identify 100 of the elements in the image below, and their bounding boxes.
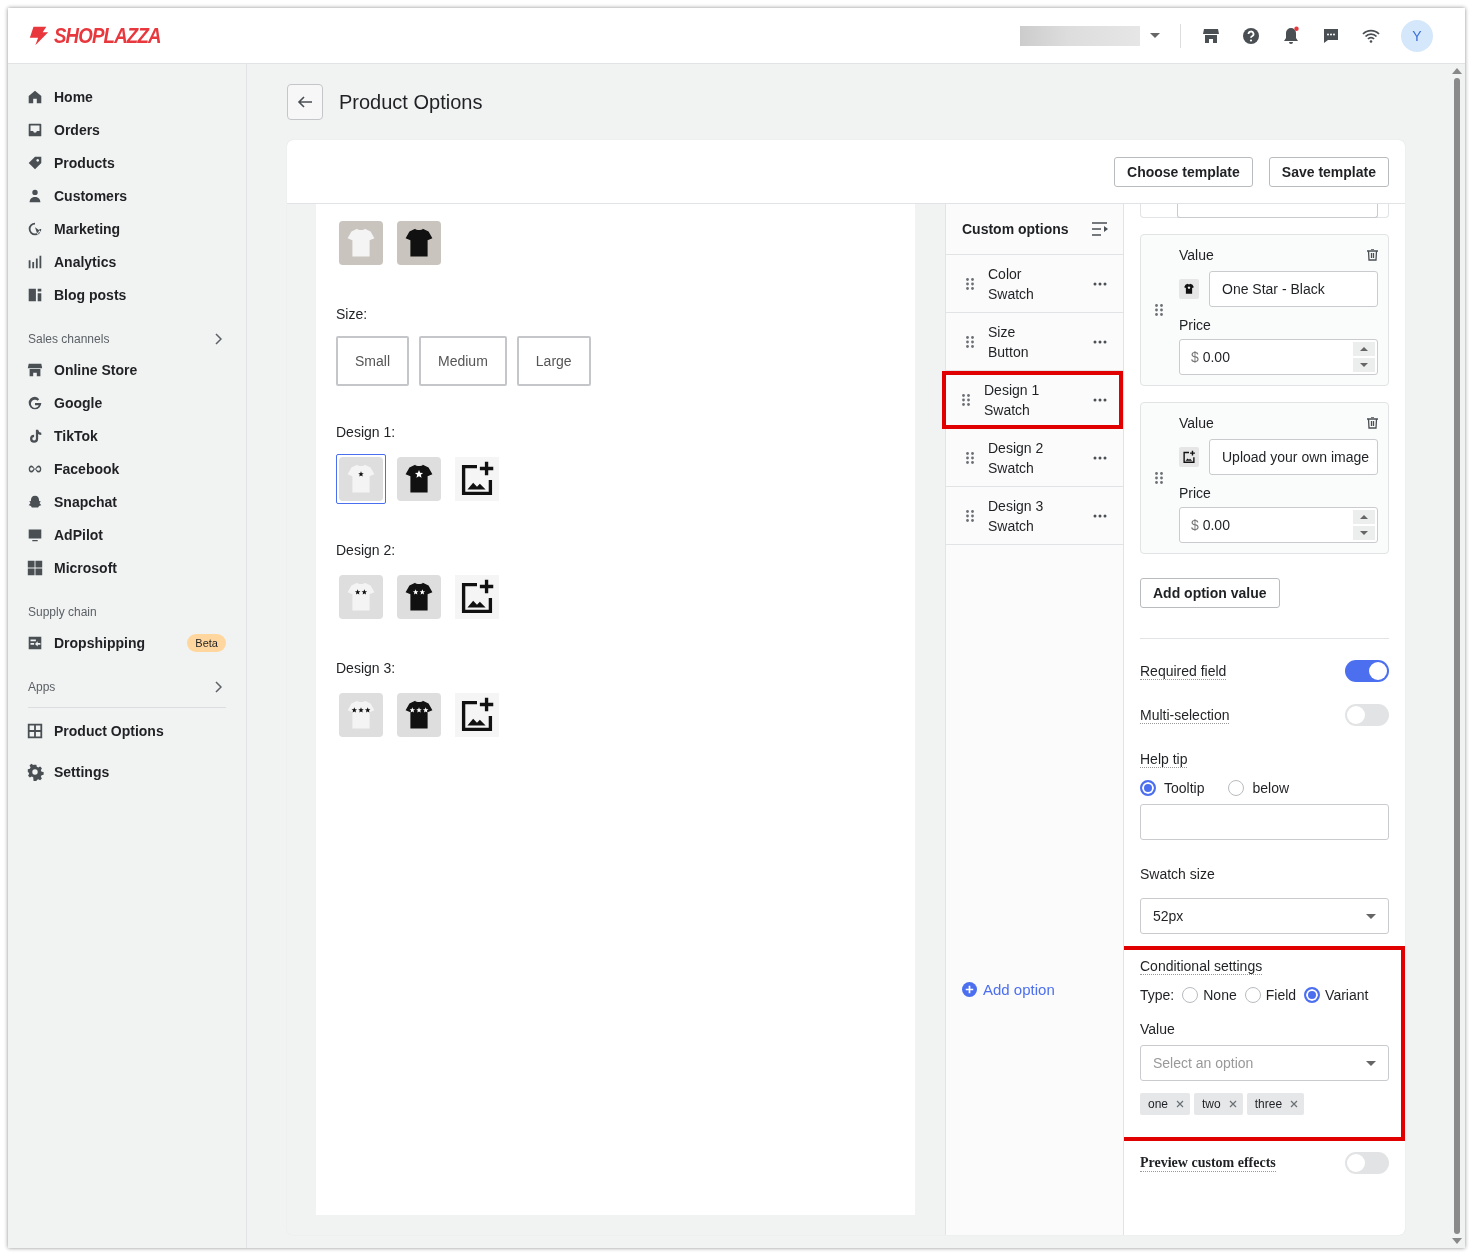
sidebar-item[interactable]: Settings (24, 755, 226, 788)
swatch-size-label: Swatch size (1140, 866, 1216, 882)
more-icon[interactable] (1093, 455, 1107, 460)
more-icon[interactable] (1093, 398, 1107, 402)
size-option-button[interactable]: Large (516, 336, 591, 386)
sidebar-item[interactable]: Blog posts (24, 278, 226, 311)
sidebar-item[interactable]: Analytics (24, 245, 226, 278)
sidebar-item[interactable]: Snapchat (24, 485, 226, 518)
sidebar-item[interactable]: AdPilot (24, 518, 226, 551)
trash-icon[interactable] (1367, 417, 1378, 429)
image-upload-swatch[interactable] (452, 454, 502, 504)
shirt-swatch[interactable] (336, 572, 386, 622)
value-input[interactable]: Upload your own image (1209, 439, 1378, 475)
type-label: Type: (1140, 987, 1175, 1003)
price-field[interactable]: $ 0.00 (1179, 507, 1378, 543)
more-icon[interactable] (1093, 513, 1107, 518)
more-icon[interactable] (1093, 281, 1107, 286)
value-label: Value (1179, 415, 1214, 431)
value-input[interactable]: One Star - Black (1209, 271, 1378, 307)
drag-handle-icon[interactable] (966, 509, 974, 522)
image-add-icon (455, 693, 499, 737)
back-button[interactable] (287, 84, 323, 120)
help-icon[interactable] (1241, 25, 1261, 46)
drag-handle-icon[interactable] (966, 277, 974, 290)
caret-icon (1366, 1060, 1376, 1066)
radio-option[interactable]: Tooltip (1140, 780, 1205, 796)
price-field[interactable] (1177, 204, 1378, 218)
radio-option[interactable]: None (1182, 987, 1237, 1003)
sidebar-item[interactable]: Facebook (24, 452, 226, 485)
collapse-list-icon[interactable] (1091, 222, 1109, 236)
swatch-size-select[interactable]: 52px (1140, 898, 1389, 934)
value-tag[interactable]: one (1140, 1093, 1191, 1115)
user-avatar[interactable]: Y (1401, 19, 1433, 52)
sidebar-item[interactable]: Dropshipping Beta (24, 626, 226, 659)
sidebar-item[interactable]: Products (24, 146, 226, 179)
shirt-picture (339, 221, 383, 265)
sidebar-item[interactable]: Online Store (24, 353, 226, 386)
toggle-switch[interactable] (1345, 660, 1389, 682)
shirt-swatch[interactable] (394, 454, 444, 504)
shirt-swatch[interactable] (336, 454, 386, 504)
sidebar-item[interactable]: Customers (24, 179, 226, 212)
value-tag[interactable]: two (1194, 1093, 1243, 1115)
section-heading: Sales channels (28, 332, 110, 346)
help-tip-label: Help tip (1140, 751, 1188, 768)
template-button[interactable]: Choose template (1114, 156, 1253, 187)
drag-handle-icon[interactable] (1155, 304, 1163, 316)
chevron-right-icon[interactable] (214, 681, 222, 693)
close-icon[interactable] (1290, 1100, 1299, 1108)
bell-icon[interactable] (1281, 25, 1301, 46)
sidebar-item[interactable]: Home (24, 80, 226, 113)
trash-icon[interactable] (1367, 249, 1378, 261)
option-list-item[interactable]: Design 1 Swatch (942, 371, 1123, 429)
radio-option[interactable]: below (1228, 780, 1290, 796)
shirt-swatch[interactable] (336, 218, 386, 268)
stepper-control[interactable] (1353, 510, 1375, 540)
shirt-picture (397, 693, 441, 737)
drag-handle-icon[interactable] (962, 394, 970, 406)
shirt-swatch[interactable] (394, 572, 444, 622)
shirt-swatch[interactable] (394, 218, 444, 268)
page-title: Product Options (339, 90, 483, 114)
image-add-icon (1179, 447, 1199, 467)
radio-option[interactable]: Field (1244, 987, 1297, 1003)
value-label: Value (1140, 1021, 1176, 1037)
sidebar-item[interactable]: Marketing (24, 212, 226, 245)
sidebar-item[interactable]: Microsoft (24, 551, 226, 584)
more-icon[interactable] (1093, 339, 1107, 344)
custom-options-title: Custom options (962, 221, 1069, 237)
size-option-button[interactable]: Small (336, 336, 409, 386)
sidebar-item[interactable]: Google (24, 386, 226, 419)
template-button[interactable]: Save template (1268, 156, 1389, 187)
size-option-button[interactable]: Medium (419, 336, 507, 386)
image-upload-swatch[interactable] (452, 572, 502, 622)
sidebar-item[interactable]: Product Options (24, 714, 226, 747)
toggle-switch[interactable] (1345, 1152, 1389, 1174)
sidebar-item[interactable]: Orders (24, 113, 226, 146)
drag-handle-icon[interactable] (966, 335, 974, 348)
close-icon[interactable] (1228, 1100, 1237, 1108)
stepper-control[interactable] (1353, 342, 1375, 372)
caret-icon[interactable] (1150, 33, 1160, 38)
chevron-right-icon[interactable] (214, 333, 222, 345)
price-field[interactable]: $ 0.00 (1179, 339, 1378, 375)
help-tip-input[interactable] (1140, 804, 1389, 840)
radio-option[interactable]: Variant (1304, 987, 1369, 1003)
option-name: Design 3 Swatch (988, 496, 1045, 536)
shirt-picture (397, 575, 441, 619)
add-option-link[interactable]: Add option (962, 981, 1123, 998)
sidebar-item[interactable]: TikTok (24, 419, 226, 452)
add-option-value-button[interactable]: Add option value (1140, 578, 1280, 608)
close-icon[interactable] (1176, 1100, 1185, 1108)
image-upload-swatch[interactable] (452, 690, 502, 740)
toggle-switch[interactable] (1345, 704, 1389, 726)
value-tag[interactable]: three (1246, 1093, 1305, 1115)
shirt-swatch[interactable] (336, 690, 386, 740)
logo-wordmark: SHOPLAZZA (54, 22, 161, 49)
image-add-icon (455, 575, 499, 619)
conditional-settings-title: Conditional settings (1140, 958, 1263, 975)
drag-handle-icon[interactable] (1155, 472, 1163, 484)
shirt-swatch[interactable] (394, 690, 444, 740)
drag-handle-icon[interactable] (966, 451, 974, 464)
toggle-label: Required field (1140, 662, 1227, 680)
